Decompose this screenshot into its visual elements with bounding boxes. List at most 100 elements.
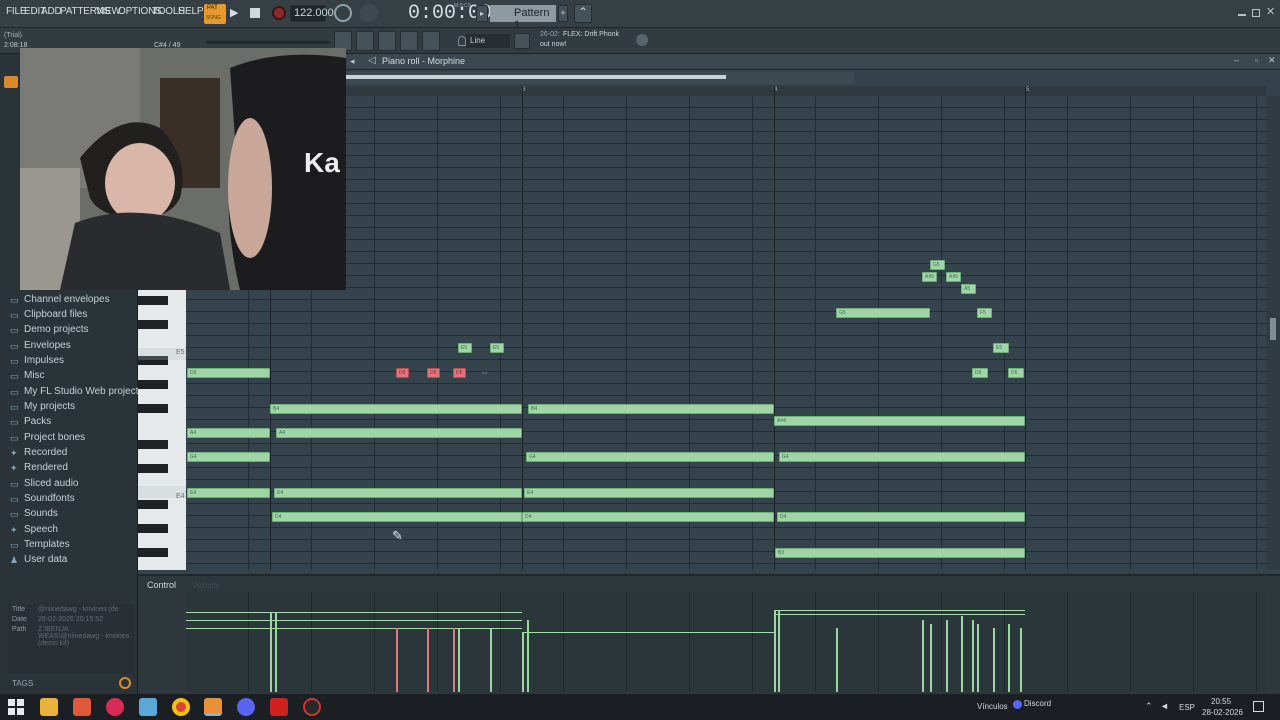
velocity-bar[interactable] [427,628,429,692]
language-indicator[interactable]: ESP [1179,703,1195,712]
obs-icon[interactable] [303,698,321,716]
brave-browser-icon[interactable] [73,698,91,716]
velocity-bar[interactable] [1008,624,1010,692]
note[interactable]: G5 [836,308,930,318]
news-title[interactable]: FLEX: Drift Phonk [563,31,619,38]
note[interactable]: B4 [270,404,522,414]
note[interactable]: E5 [490,343,504,353]
note[interactable]: D5 [187,368,270,378]
menu-add[interactable]: ADD [41,6,62,17]
black-key[interactable] [138,404,168,413]
browser-item-clipboard-files[interactable]: ▭ Clipboard files [10,307,87,322]
browser-item-packs[interactable]: ▭ Packs [10,414,51,429]
note[interactable]: A#5 [922,272,937,282]
scroll-thumb[interactable] [346,75,726,79]
note[interactable]: D4 [522,512,774,522]
play-icon[interactable]: ▶ [230,6,242,20]
fl-studio-icon[interactable] [204,698,222,716]
note-selected[interactable]: D5 [396,368,409,378]
pattern-prev-icon[interactable]: ▸ [476,5,488,22]
velocity-bar[interactable] [774,610,776,692]
control-label[interactable]: Control [147,580,176,590]
channel-rack-icon[interactable] [378,31,396,51]
velocity-bar[interactable] [458,628,460,692]
minimize-icon[interactable] [1238,14,1246,16]
browser-item-misc[interactable]: ▭ Misc [10,368,45,383]
black-key[interactable] [138,464,168,473]
note[interactable]: A4 [276,428,522,438]
magnet-icon[interactable] [458,36,466,46]
pr-maximize-icon[interactable]: ▫ [1255,55,1258,65]
file-explorer-icon[interactable] [40,698,58,716]
black-key[interactable] [138,320,168,329]
note[interactable]: D5 [972,368,988,378]
note[interactable]: B4 [528,404,774,414]
velocity-bar[interactable] [396,628,398,692]
close-icon[interactable]: ✕ [1266,5,1275,18]
note[interactable]: F5 [977,308,992,318]
browser-item-soundfonts[interactable]: ▭ Soundfonts [10,491,75,506]
piano-keyboard[interactable]: E5 E4 [138,290,186,570]
note[interactable]: G4 [187,452,270,462]
note[interactable]: G4 [526,452,774,462]
tray-chevron-icon[interactable]: ⌃ [1145,701,1153,712]
news-icon[interactable] [514,33,530,49]
velocity-bar[interactable] [972,620,974,692]
velocity-bar[interactable] [453,628,455,692]
note[interactable]: D4 [777,512,1025,522]
velocity-bar[interactable] [993,628,995,692]
note[interactable]: A4 [187,428,270,438]
note[interactable]: D5 [1008,368,1024,378]
browser-item-recorded[interactable]: ✦ Recorded [10,445,67,460]
browser-item-sounds[interactable]: ▭ Sounds [10,506,58,521]
note[interactable]: A#5 [946,272,961,282]
black-key[interactable] [138,524,168,533]
record-mode-icon[interactable]: ⌃ [574,4,592,23]
note[interactable]: D4 [272,512,522,522]
pattern-add-icon[interactable]: + [558,5,568,22]
velocity-bar[interactable] [522,632,524,692]
clock-date[interactable]: 28-02-2026 [1202,708,1243,717]
velocity-bar[interactable] [930,624,932,692]
pat-song-toggle[interactable]: PAT SONG [204,4,226,24]
tempo-display[interactable]: 122.000 [290,5,334,22]
volume-icon[interactable]: ◄ [1160,701,1169,711]
note[interactable]: E4 [524,488,774,498]
velocity-bar[interactable] [270,612,272,692]
velocity-bar[interactable] [836,628,838,692]
discord-label[interactable]: Discord [1024,699,1051,708]
velocity-bar[interactable] [527,620,529,692]
maximize-icon[interactable] [1252,9,1260,17]
velocity-bar[interactable] [490,628,492,692]
discord-tray-icon[interactable] [1013,700,1022,709]
browser-item-envelopes[interactable]: ▭ Envelopes [10,338,71,353]
vscroll-thumb[interactable] [1270,318,1276,340]
velocity-bar[interactable] [1020,628,1022,692]
black-key[interactable] [138,440,168,449]
globe-icon[interactable] [636,34,648,46]
voicemeeter-icon[interactable] [270,698,288,716]
pitch-knob[interactable] [360,4,378,22]
search-icon[interactable] [119,677,131,689]
browser-item-templates[interactable]: ▭ Templates [10,537,70,552]
browser-item-user-data[interactable]: ♟ User data [10,552,67,567]
browser-item-web-projects[interactable]: ▭ My FL Studio Web projects [10,384,144,399]
links-label[interactable]: Vínculos [977,702,1008,711]
record-icon[interactable] [272,6,286,20]
browser-item-my-projects[interactable]: ▭ My projects [10,399,75,414]
browser-item-demo-projects[interactable]: ▭ Demo projects [10,322,88,337]
clock-time[interactable]: 20:55 [1211,697,1231,706]
metronome-icon[interactable] [334,4,352,22]
black-key[interactable] [138,380,168,389]
pr-minimize-icon[interactable]: – [1234,55,1239,65]
time-ruler[interactable]: 3 4 5 [186,86,1266,96]
note-grid[interactable] [186,96,1266,570]
note[interactable]: G4 [779,452,1025,462]
velocity-bar[interactable] [977,624,979,692]
black-key[interactable] [138,500,168,509]
windows-start-icon[interactable] [8,699,24,715]
piano-roll-icon[interactable] [356,31,374,51]
velocity-bar[interactable] [778,610,780,692]
vertical-scrollbar[interactable] [1266,96,1280,570]
browser-item-sliced-audio[interactable]: ▭ Sliced audio [10,476,78,491]
